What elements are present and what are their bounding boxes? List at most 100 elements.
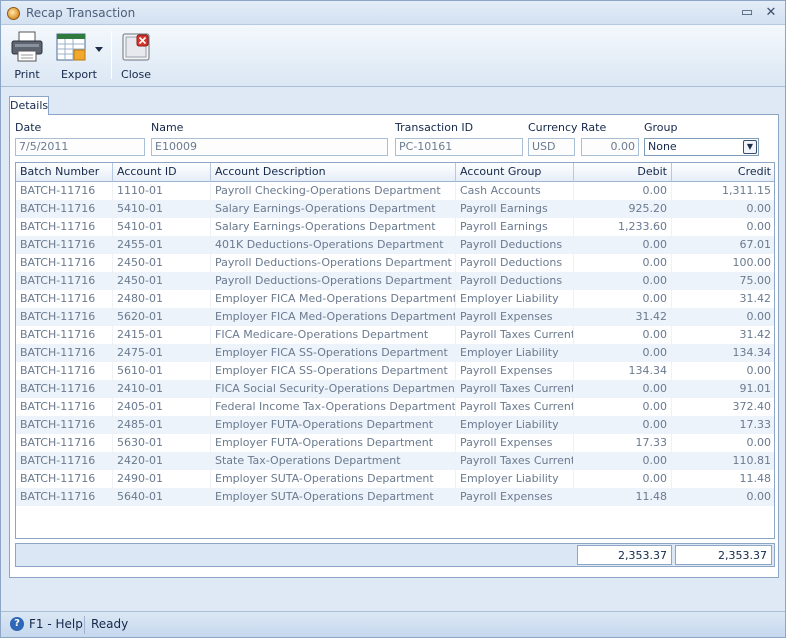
spreadsheet-export-icon (56, 33, 86, 61)
account-description-cell: State Tax-Operations Department (211, 452, 456, 470)
help-icon[interactable]: ? (10, 617, 24, 631)
account-id-cell: 2405-01 (113, 398, 211, 416)
table-row[interactable]: BATCH-11716 5640-01 Employer SUTA-Operatio… (16, 488, 774, 506)
debit-cell: 0.00 (574, 236, 672, 254)
batch-number-cell: BATCH-11716 (16, 290, 113, 308)
account-description-cell: Employer FUTA-Operations Department (211, 416, 456, 434)
name-field[interactable]: E10009 (151, 138, 388, 156)
debit-cell: 0.00 (574, 254, 672, 272)
table-row[interactable]: BATCH-11716 2420-01 State Tax-Operations D… (16, 452, 774, 470)
account-description-cell: Employer SUTA-Operations Department (211, 470, 456, 488)
account-group-cell: Employer Liability (456, 470, 574, 488)
account-group-cell: Payroll Deductions (456, 272, 574, 290)
credit-cell: 0.00 (672, 434, 774, 452)
account-group-cell: Employer Liability (456, 416, 574, 434)
batch-number-cell: BATCH-11716 (16, 362, 113, 380)
minimize-button[interactable]: ▭ (738, 4, 756, 22)
credit-cell: 0.00 (672, 218, 774, 236)
date-label: Date (15, 121, 42, 134)
account-id-cell: 2450-01 (113, 254, 211, 272)
column-header-debit[interactable]: Debit (574, 163, 672, 182)
status-text: Ready (91, 617, 129, 631)
account-group-cell: Payroll Earnings (456, 218, 574, 236)
table-row[interactable]: BATCH-11716 2485-01 Employer FUTA-Operatio… (16, 416, 774, 434)
rate-field[interactable]: 0.00 (581, 138, 639, 156)
table-row[interactable]: BATCH-11716 2415-01 FICA Medicare-Operatio… (16, 326, 774, 344)
debit-cell: 0.00 (574, 344, 672, 362)
table-row[interactable]: BATCH-11716 5630-01 Employer FUTA-Operatio… (16, 434, 774, 452)
grid-header: Batch Number Account ID Account Descript… (16, 163, 774, 182)
window-title: Recap Transaction (26, 6, 136, 20)
printer-icon (11, 31, 43, 62)
account-group-cell: Cash Accounts (456, 182, 574, 200)
account-id-cell: 2415-01 (113, 326, 211, 344)
account-group-cell: Payroll Expenses (456, 488, 574, 506)
table-row[interactable]: BATCH-11716 5610-01 Employer FICA SS-Opera… (16, 362, 774, 380)
account-group-cell: Employer Liability (456, 344, 574, 362)
account-description-cell: Payroll Deductions-Operations Department (211, 254, 456, 272)
account-group-cell: Payroll Expenses (456, 362, 574, 380)
column-header-account-group[interactable]: Account Group (456, 163, 574, 182)
table-row[interactable]: BATCH-11716 2410-01 FICA Social Security-O… (16, 380, 774, 398)
account-description-cell: Employer FUTA-Operations Department (211, 434, 456, 452)
account-group-cell: Payroll Taxes Current (456, 380, 574, 398)
table-row[interactable]: BATCH-11716 5620-01 Employer FICA Med-Oper… (16, 308, 774, 326)
credit-cell: 31.42 (672, 326, 774, 344)
debit-cell: 11.48 (574, 488, 672, 506)
batch-number-cell: BATCH-11716 (16, 218, 113, 236)
table-row[interactable]: BATCH-11716 2490-01 Employer SUTA-Operatio… (16, 470, 774, 488)
credit-total: 2,353.37 (675, 545, 772, 565)
table-row[interactable]: BATCH-11716 5410-01 Salary Earnings-Operat… (16, 218, 774, 236)
account-group-cell: Payroll Taxes Current (456, 326, 574, 344)
table-row[interactable]: BATCH-11716 2405-01 Federal Income Tax-Ope… (16, 398, 774, 416)
column-header-account-id[interactable]: Account ID (113, 163, 211, 182)
help-label[interactable]: F1 - Help (29, 617, 83, 631)
account-group-cell: Payroll Expenses (456, 434, 574, 452)
tab-details[interactable]: Details (9, 96, 49, 115)
account-group-cell: Payroll Expenses (456, 308, 574, 326)
account-id-cell: 5410-01 (113, 218, 211, 236)
column-header-credit[interactable]: Credit (672, 163, 774, 182)
account-id-cell: 2455-01 (113, 236, 211, 254)
debit-cell: 0.00 (574, 380, 672, 398)
column-header-batch-number[interactable]: Batch Number (16, 163, 113, 182)
table-row[interactable]: BATCH-11716 1110-01 Payroll Checking-Opera… (16, 182, 774, 200)
close-window-button[interactable]: ✕ (762, 4, 780, 22)
credit-cell: 0.00 (672, 200, 774, 218)
toolbar-separator (111, 31, 112, 79)
batch-number-cell: BATCH-11716 (16, 398, 113, 416)
account-description-cell: Salary Earnings-Operations Department (211, 200, 456, 218)
close-button[interactable]: Close (117, 29, 155, 83)
status-separator (84, 616, 85, 634)
table-row[interactable]: BATCH-11716 2475-01 Employer FICA SS-Opera… (16, 344, 774, 362)
transaction-id-field[interactable]: PC-10161 (395, 138, 523, 156)
table-row[interactable]: BATCH-11716 2450-01 Payroll Deductions-Ope… (16, 254, 774, 272)
batch-number-cell: BATCH-11716 (16, 308, 113, 326)
credit-cell: 11.48 (672, 470, 774, 488)
currency-field[interactable]: USD (528, 138, 575, 156)
table-row[interactable]: BATCH-11716 2450-01 Payroll Deductions-Ope… (16, 272, 774, 290)
account-description-cell: Payroll Deductions-Operations Department (211, 272, 456, 290)
table-row[interactable]: BATCH-11716 5410-01 Salary Earnings-Operat… (16, 200, 774, 218)
export-label: Export (60, 68, 97, 81)
account-description-cell: Federal Income Tax-Operations Department (211, 398, 456, 416)
debit-cell: 31.42 (574, 308, 672, 326)
table-row[interactable]: BATCH-11716 2480-01 Employer FICA Med-Oper… (16, 290, 774, 308)
debit-cell: 0.00 (574, 452, 672, 470)
debit-cell: 0.00 (574, 416, 672, 434)
export-button[interactable]: Export (52, 29, 106, 83)
date-field[interactable]: 7/5/2011 (15, 138, 145, 156)
debit-cell: 0.00 (574, 326, 672, 344)
column-header-account-description[interactable]: Account Description (211, 163, 456, 182)
batch-number-cell: BATCH-11716 (16, 236, 113, 254)
account-id-cell: 5410-01 (113, 200, 211, 218)
chevron-down-icon[interactable]: ▼ (743, 140, 757, 154)
chevron-down-icon[interactable] (95, 47, 103, 53)
credit-cell: 0.00 (672, 308, 774, 326)
group-select[interactable]: None ▼ (644, 138, 759, 156)
account-group-cell: Payroll Deductions (456, 236, 574, 254)
batch-number-cell: BATCH-11716 (16, 326, 113, 344)
table-row[interactable]: BATCH-11716 2455-01 401K Deductions-Operat… (16, 236, 774, 254)
transaction-grid: Batch Number Account ID Account Descript… (15, 162, 775, 539)
print-button[interactable]: Print (7, 29, 47, 83)
